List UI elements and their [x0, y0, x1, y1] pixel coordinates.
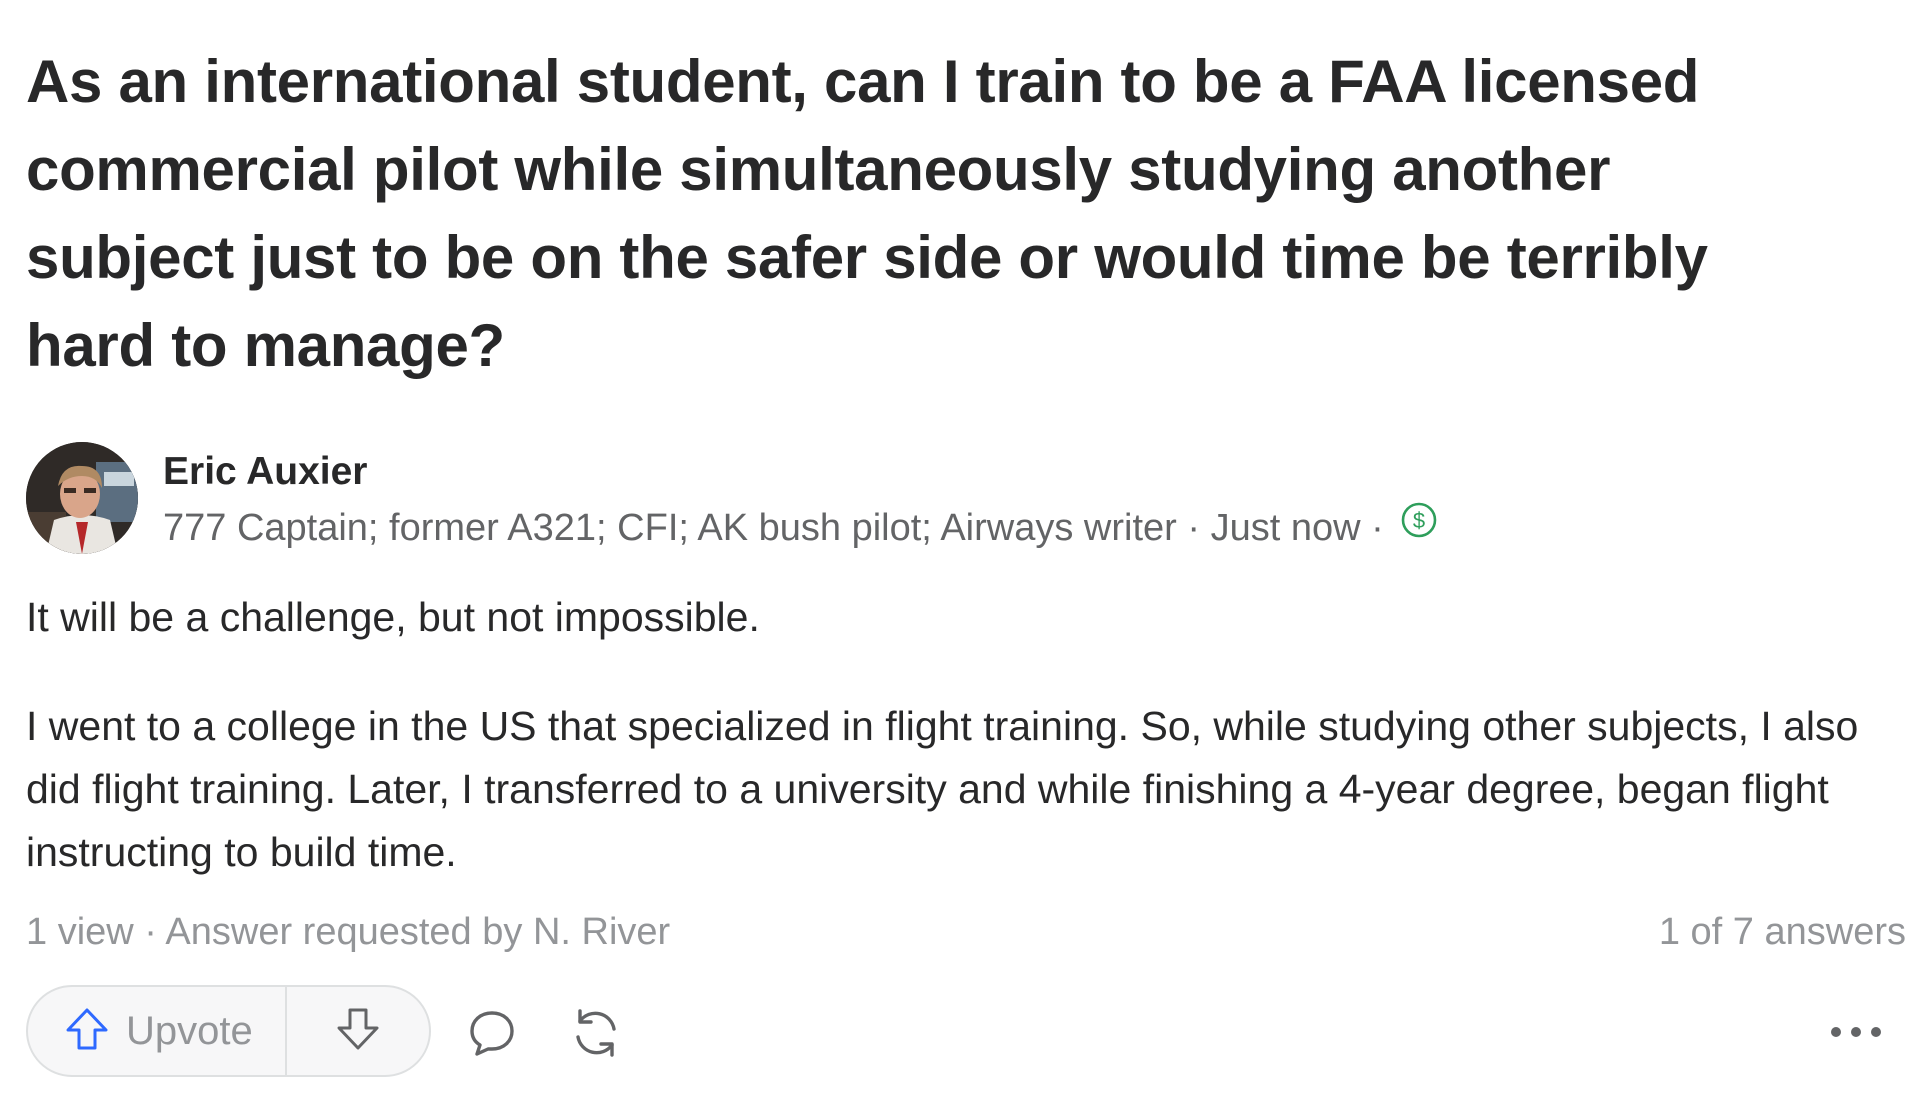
more-icon[interactable]	[1826, 1012, 1886, 1052]
answer-position[interactable]: 1 of 7 answers	[1659, 906, 1906, 958]
answer-body: It will be a challenge, but not impossib…	[26, 586, 1916, 884]
answer-paragraph: I went to a college in the US that speci…	[26, 703, 1859, 875]
comment-icon[interactable]	[464, 1005, 520, 1061]
share-icon[interactable]	[568, 1005, 624, 1061]
view-count[interactable]: 1 view	[26, 911, 134, 953]
upvote-label: Upvote	[126, 1008, 253, 1053]
meta-separator: ·	[1176, 507, 1211, 549]
answer-paragraph: It will be a challenge, but not impossib…	[26, 594, 760, 640]
arrow-up-icon	[64, 1006, 110, 1057]
stats-separator: ·	[133, 911, 166, 953]
upvote-button[interactable]: Upvote	[28, 987, 287, 1075]
svg-text:$: $	[1413, 508, 1425, 533]
avatar-photo	[26, 442, 138, 554]
dollar-circle-icon[interactable]: $	[1400, 501, 1438, 553]
author-header: Eric Auxier 777 Captain; former A321; CF…	[26, 442, 1906, 556]
answer-requested-by[interactable]: Answer requested by N. River	[165, 911, 670, 953]
answer-card: As an international student, can I train…	[0, 0, 1930, 1100]
author-credentials[interactable]: 777 Captain; former A321; CFI; AK bush p…	[163, 507, 1177, 549]
author-name[interactable]: Eric Auxier	[163, 446, 367, 498]
author-avatar[interactable]	[26, 442, 138, 554]
downvote-button[interactable]	[287, 987, 429, 1075]
meta-separator: ·	[1360, 507, 1395, 549]
answer-stats: 1 view · Answer requested by N. River	[26, 906, 670, 958]
question-title[interactable]: As an international student, can I train…	[26, 38, 1806, 390]
answer-timestamp[interactable]: Just now	[1211, 507, 1361, 549]
author-meta: 777 Captain; former A321; CFI; AK bush p…	[163, 502, 1438, 556]
arrow-down-icon	[335, 1006, 381, 1057]
vote-controls: Upvote	[26, 985, 431, 1077]
